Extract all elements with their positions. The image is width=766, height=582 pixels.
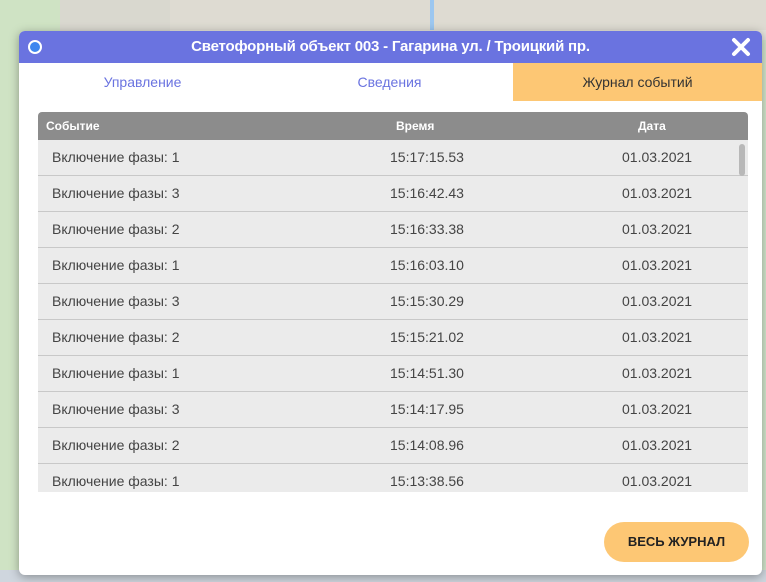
event-cell: Включение фазы: 2 bbox=[52, 437, 180, 453]
table-row[interactable]: Включение фазы: 1 15:17:15.53 01.03.2021 bbox=[38, 140, 748, 176]
table-row[interactable]: Включение фазы: 1 15:16:03.10 01.03.2021 bbox=[38, 248, 748, 284]
event-cell: Включение фазы: 1 bbox=[52, 473, 180, 489]
time-cell: 15:16:33.38 bbox=[390, 221, 464, 237]
time-cell: 15:16:03.10 bbox=[390, 257, 464, 273]
time-cell: 15:17:15.53 bbox=[390, 149, 464, 165]
date-cell: 01.03.2021 bbox=[622, 437, 693, 453]
table-row[interactable]: Включение фазы: 2 15:16:33.38 01.03.2021 bbox=[38, 212, 748, 248]
column-header-date[interactable]: Дата bbox=[638, 112, 666, 140]
event-cell: Включение фазы: 1 bbox=[52, 149, 180, 165]
tab-details[interactable]: Сведения bbox=[266, 63, 513, 101]
time-cell: 15:13:38.56 bbox=[390, 473, 464, 489]
time-cell: 15:14:08.96 bbox=[390, 437, 464, 453]
time-cell: 15:14:51.30 bbox=[390, 365, 464, 381]
event-cell: Включение фазы: 3 bbox=[52, 293, 180, 309]
table-row[interactable]: Включение фазы: 1 15:13:38.56 01.03.2021 bbox=[38, 464, 748, 492]
table-row[interactable]: Включение фазы: 3 15:14:17.95 01.03.2021 bbox=[38, 392, 748, 428]
column-header-time[interactable]: Время bbox=[396, 112, 434, 140]
time-cell: 15:15:30.29 bbox=[390, 293, 464, 309]
status-indicator-icon bbox=[28, 40, 42, 54]
date-cell: 01.03.2021 bbox=[622, 185, 693, 201]
time-cell: 15:16:42.43 bbox=[390, 185, 464, 201]
table-row[interactable]: Включение фазы: 3 15:16:42.43 01.03.2021 bbox=[38, 176, 748, 212]
table-header: Событие Время Дата bbox=[38, 112, 748, 140]
event-cell: Включение фазы: 2 bbox=[52, 329, 180, 345]
date-cell: 01.03.2021 bbox=[622, 293, 693, 309]
tab-control[interactable]: Управление bbox=[19, 63, 266, 101]
date-cell: 01.03.2021 bbox=[622, 221, 693, 237]
close-icon[interactable] bbox=[730, 36, 752, 58]
time-cell: 15:14:17.95 bbox=[390, 401, 464, 417]
date-cell: 01.03.2021 bbox=[622, 365, 693, 381]
map-block bbox=[170, 0, 766, 30]
map-road bbox=[430, 0, 434, 30]
date-cell: 01.03.2021 bbox=[622, 257, 693, 273]
date-cell: 01.03.2021 bbox=[622, 329, 693, 345]
table-row[interactable]: Включение фазы: 2 15:14:08.96 01.03.2021 bbox=[38, 428, 748, 464]
scrollbar-thumb[interactable] bbox=[739, 144, 745, 176]
event-log-table: Событие Время Дата Включение фазы: 1 15:1… bbox=[38, 112, 748, 492]
event-cell: Включение фазы: 3 bbox=[52, 401, 180, 417]
tab-bar: Управление Сведения Журнал событий bbox=[19, 63, 762, 101]
event-cell: Включение фазы: 3 bbox=[52, 185, 180, 201]
event-cell: Включение фазы: 1 bbox=[52, 257, 180, 273]
dialog-title: Светофорный объект 003 - Гагарина ул. / … bbox=[191, 38, 590, 55]
table-row[interactable]: Включение фазы: 2 15:15:21.02 01.03.2021 bbox=[38, 320, 748, 356]
full-log-button[interactable]: ВЕСЬ ЖУРНАЛ bbox=[604, 522, 749, 562]
tab-event-log[interactable]: Журнал событий bbox=[513, 63, 762, 101]
table-row[interactable]: Включение фазы: 3 15:15:30.29 01.03.2021 bbox=[38, 284, 748, 320]
time-cell: 15:15:21.02 bbox=[390, 329, 464, 345]
column-header-event[interactable]: Событие bbox=[46, 112, 100, 140]
date-cell: 01.03.2021 bbox=[622, 401, 693, 417]
date-cell: 01.03.2021 bbox=[622, 149, 693, 165]
table-body[interactable]: Включение фазы: 1 15:13:38.56 01.03.2021 Вк… bbox=[38, 140, 748, 492]
traffic-light-dialog: Светофорный объект 003 - Гагарина ул. / … bbox=[19, 31, 762, 575]
event-cell: Включение фазы: 1 bbox=[52, 365, 180, 381]
table-row[interactable]: Включение фазы: 1 15:14:51.30 01.03.2021 bbox=[38, 356, 748, 392]
dialog-titlebar: Светофорный объект 003 - Гагарина ул. / … bbox=[19, 31, 762, 63]
event-cell: Включение фазы: 2 bbox=[52, 221, 180, 237]
date-cell: 01.03.2021 bbox=[622, 473, 693, 489]
